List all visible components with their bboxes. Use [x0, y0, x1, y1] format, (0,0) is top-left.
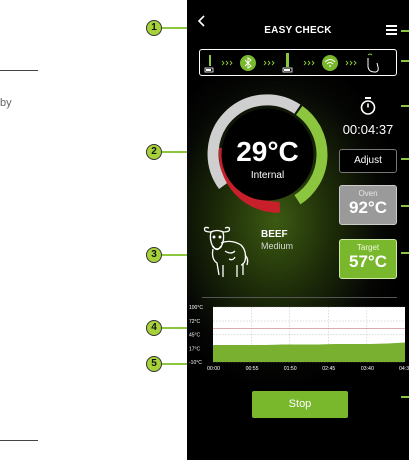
- probe-battery-icon: [204, 55, 214, 73]
- callout-tick: [401, 252, 409, 254]
- chart-x-tick-label: 00:55: [246, 366, 259, 372]
- internal-temperature-label: Internal: [250, 170, 285, 181]
- chart-y-tick-label: -10°C: [189, 360, 202, 366]
- callout-2: 2: [146, 144, 162, 160]
- chart-x-tick-label: 04:35: [399, 366, 409, 372]
- chart-y-tick-label: 100°C: [189, 305, 203, 311]
- phone-screen: EASY CHECK 29°C Internal 00:04:37 Adjust…: [187, 0, 409, 460]
- internal-temperature-value: 29°C: [236, 136, 299, 167]
- elapsed-timer: 00:04:37: [342, 122, 394, 137]
- cow-icon: [201, 225, 251, 288]
- stop-button[interactable]: Stop: [252, 391, 348, 418]
- oven-value: 92°C: [349, 198, 387, 217]
- chart-y-tick-label: 72°C: [189, 319, 201, 325]
- section-divider: [202, 297, 397, 298]
- chart-y-tick-label: 45°C: [189, 333, 201, 339]
- hand-touch-icon: [367, 53, 379, 73]
- page-title: EASY CHECK: [264, 25, 332, 36]
- callout-tick: [401, 396, 409, 398]
- target-temperature-tile[interactable]: Target 57°C: [339, 239, 397, 279]
- bluetooth-icon: [240, 55, 256, 71]
- callout-1: 1: [146, 20, 162, 36]
- chart-x-tick-label: 02:45: [322, 366, 335, 372]
- oven-label: Oven: [358, 189, 378, 198]
- arrow-chevrons-icon: [221, 60, 233, 66]
- chart-y-tick-label: 17°C: [189, 347, 201, 353]
- callout-5: 5: [146, 356, 162, 372]
- chart-series-area: [213, 342, 405, 362]
- hamburger-menu-icon[interactable]: [386, 25, 397, 37]
- callout-tick: [401, 105, 409, 107]
- doc-text-fragment: by: [0, 97, 12, 109]
- meat-doneness: Medium: [261, 241, 294, 251]
- callout-4: 4: [146, 320, 162, 336]
- wifi-icon: [322, 55, 338, 71]
- doc-rule-top: [0, 70, 38, 71]
- app-header: EASY CHECK: [187, 0, 409, 40]
- connection-status-bar: [199, 49, 397, 76]
- chart-x-tick-label: 00:00: [207, 366, 220, 372]
- oven-temperature-tile: Oven 92°C: [339, 185, 397, 225]
- temperature-chart: 100°C 72°C 45°C 17°C -10°C 00:00 00:55 01:50 02:…: [187, 300, 409, 372]
- meat-type: BEEF: [261, 229, 288, 240]
- adjust-button[interactable]: Adjust: [339, 149, 397, 173]
- target-value: 57°C: [349, 252, 387, 271]
- repeater-battery-icon: [282, 53, 293, 73]
- callout-tick: [401, 30, 409, 32]
- callout-tick: [401, 158, 409, 160]
- arrow-chevrons-icon: [263, 60, 275, 66]
- callout-tick: [401, 60, 409, 62]
- target-label: Target: [356, 243, 380, 252]
- temperature-gauge: 29°C Internal: [205, 92, 330, 217]
- arrow-chevrons-icon: [303, 60, 315, 66]
- arrow-chevrons-icon: [345, 60, 357, 66]
- doc-rule-bottom: [0, 440, 38, 441]
- callout-3: 3: [146, 247, 162, 263]
- chart-x-tick-label: 01:50: [284, 366, 297, 372]
- callout-tick: [401, 205, 409, 207]
- stopwatch-icon: [360, 97, 376, 120]
- chart-x-tick-label: 03:40: [361, 366, 374, 372]
